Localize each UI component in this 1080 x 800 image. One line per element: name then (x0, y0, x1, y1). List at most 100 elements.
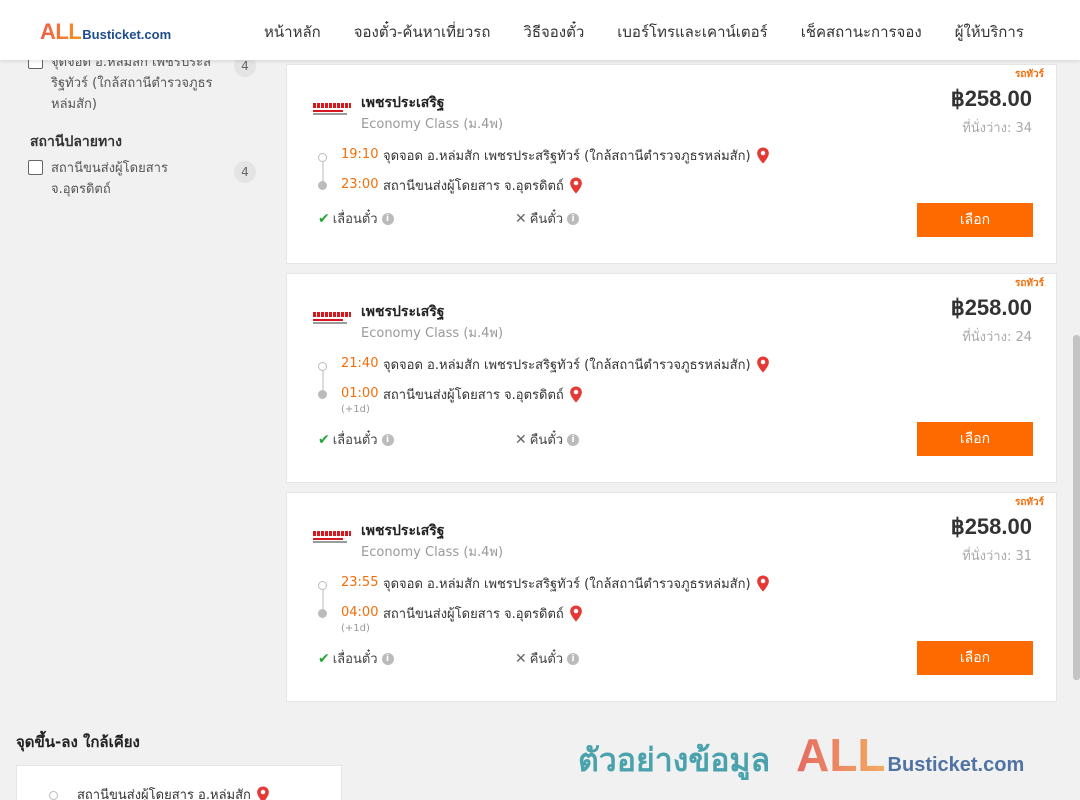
depart-place-label: จุดจอด อ.หล่มสัก เพชรประสริฐทัวร์ (ใกล้ส… (383, 358, 751, 373)
x-icon: ✕ (515, 431, 527, 448)
check-icon: ✔ (318, 650, 330, 667)
depart-place: จุดจอด อ.หล่มสัก เพชรประสริฐทัวร์ (ใกล้ส… (383, 354, 770, 375)
depart-place: จุดจอด อ.หล่มสัก เพชรประสริฐทัวร์ (ใกล้ส… (383, 145, 770, 166)
logo-all: ALL (40, 19, 82, 44)
arrive-dot (318, 181, 327, 190)
select-trip-button[interactable]: เลือก (917, 203, 1033, 237)
info-icon[interactable]: i (381, 652, 394, 665)
nav-phone-counter[interactable]: เบอร์โทรและเคาน์เตอร์ (617, 20, 767, 44)
change-ticket-label: เลื่อนตั๋ว (332, 433, 378, 448)
refund-ticket-feature: ✕ คืนตั๋ว i (515, 208, 580, 229)
logo-domain: Busticket.com (82, 27, 172, 42)
nav-home[interactable]: หน้าหลัก (264, 20, 321, 44)
info-icon[interactable]: i (567, 652, 580, 665)
operator-logo (313, 312, 351, 326)
arrive-place: สถานีขนส่งผู้โดยสาร จ.อุตรดิตถ์ (383, 384, 583, 405)
site-logo[interactable]: ALL Busticket.com (40, 19, 172, 44)
map-pin-icon[interactable] (756, 147, 770, 164)
info-icon[interactable]: i (381, 433, 394, 446)
nearby-stop-item[interactable]: สถานีขนส่งผู้โดยสาร อ.หล่มสัก (77, 784, 270, 800)
watermark-logo-domain: Busticket.com (887, 754, 1025, 776)
seats-available: ที่นั่งว่าง: 31 (962, 549, 1032, 564)
nav-booking-status[interactable]: เช็คสถานะการจอง (801, 20, 922, 44)
origin-filter-item[interactable]: จุดจอด อ.หล่มสัก เพชรประสริฐทัวร์ (ใกล้ส… (28, 52, 256, 115)
select-trip-button[interactable]: เลือก (917, 641, 1033, 675)
depart-dot (318, 362, 327, 371)
arrive-dot (318, 390, 327, 399)
depart-place: จุดจอด อ.หล่มสัก เพชรประสริฐทัวร์ (ใกล้ส… (383, 573, 770, 594)
destination-filter-label: สถานีขนส่งผู้โดยสาร จ.อุตรดิตถ์ (51, 161, 168, 197)
operator-name: เพชรประเสริฐ (361, 523, 445, 539)
depart-dot (318, 581, 327, 590)
operator-name: เพชรประเสริฐ (361, 304, 445, 320)
bus-type-badge: รถทัวร์ (1014, 497, 1044, 508)
arrive-place-label: สถานีขนส่งผู้โดยสาร จ.อุตรดิตถ์ (383, 607, 564, 622)
main-nav: หน้าหลัก จองตั๋ว-ค้นหาเที่ยวรถ วิธีจองตั… (264, 20, 1024, 44)
page-scrollbar[interactable] (1073, 335, 1080, 680)
arrive-place-label: สถานีขนส่งผู้โดยสาร จ.อุตรดิตถ์ (383, 388, 564, 403)
next-day-indicator: (+1d) (341, 404, 370, 415)
refund-ticket-feature: ✕ คืนตั๋ว i (515, 648, 580, 669)
x-icon: ✕ (515, 210, 527, 227)
select-trip-button[interactable]: เลือก (917, 422, 1033, 456)
map-pin-icon[interactable] (756, 575, 770, 592)
check-icon: ✔ (318, 431, 330, 448)
next-day-indicator: (+1d) (341, 623, 370, 634)
arrive-time: 04:00 (341, 605, 379, 620)
arrive-dot (318, 609, 327, 618)
nav-operators[interactable]: ผู้ให้บริการ (955, 20, 1024, 44)
change-ticket-label: เลื่อนตั๋ว (332, 212, 378, 227)
change-ticket-feature: ✔ เลื่อนตั๋ว i (318, 648, 394, 669)
map-pin-icon[interactable] (569, 386, 583, 403)
operator-logo (313, 103, 351, 117)
arrive-place-label: สถานีขนส่งผู้โดยสาร จ.อุตรดิตถ์ (383, 179, 564, 194)
seats-available: ที่นั่งว่าง: 24 (962, 330, 1032, 345)
arrive-place: สถานีขนส่งผู้โดยสาร จ.อุตรดิตถ์ (383, 175, 583, 196)
bus-class: Economy Class (ม.4พ) (361, 545, 504, 560)
depart-place-label: จุดจอด อ.หล่มสัก เพชรประสริฐทัวร์ (ใกล้ส… (383, 577, 751, 592)
map-pin-icon[interactable] (256, 786, 270, 800)
map-pin-icon[interactable] (756, 356, 770, 373)
nearby-stops-title: จุดขึ้น-ลง ใกล้เคียง (16, 733, 140, 751)
arrive-time: 23:00 (341, 177, 379, 192)
seats-available: ที่นั่งว่าง: 34 (962, 121, 1032, 136)
nav-book-search[interactable]: จองตั๋ว-ค้นหาเที่ยวรถ (354, 20, 491, 44)
trip-card: รถทัวร์ เพชรประเสริฐ Economy Class (ม.4พ… (286, 492, 1057, 702)
change-ticket-feature: ✔ เลื่อนตั๋ว i (318, 208, 394, 229)
destination-filter-count: 4 (234, 161, 256, 183)
map-pin-icon[interactable] (569, 605, 583, 622)
info-icon[interactable]: i (567, 212, 580, 225)
info-icon[interactable]: i (567, 433, 580, 446)
depart-time: 19:10 (341, 147, 379, 162)
info-icon[interactable]: i (381, 212, 394, 225)
arrive-place: สถานีขนส่งผู้โดยสาร จ.อุตรดิตถ์ (383, 603, 583, 624)
check-icon: ✔ (318, 210, 330, 227)
bus-type-badge: รถทัวร์ (1014, 278, 1044, 289)
depart-place-label: จุดจอด อ.หล่มสัก เพชรประสริฐทัวร์ (ใกล้ส… (383, 149, 751, 164)
nearby-stops-list: สถานีขนส่งผู้โดยสาร อ.หล่มสัก (16, 765, 342, 800)
trip-card: รถทัวร์ เพชรประเสริฐ Economy Class (ม.4พ… (286, 273, 1057, 483)
depart-time: 21:40 (341, 356, 379, 371)
watermark-text: ตัวอย่างข้อมูล (578, 741, 771, 779)
x-icon: ✕ (515, 650, 527, 667)
operator-logo (313, 531, 351, 545)
nav-how-to-book[interactable]: วิธีจองตั๋ว (523, 20, 584, 44)
depart-dot (318, 153, 327, 162)
ticket-price: ฿258.00 (950, 295, 1032, 320)
refund-ticket-label: คืนตั๋ว (529, 433, 564, 448)
destination-filter-item[interactable]: สถานีขนส่งผู้โดยสาร จ.อุตรดิตถ์ 4 (28, 158, 256, 200)
change-ticket-label: เลื่อนตั๋ว (332, 652, 378, 667)
bus-class: Economy Class (ม.4พ) (361, 117, 504, 132)
bus-type-badge: รถทัวร์ (1014, 69, 1044, 80)
origin-filter-label: จุดจอด อ.หล่มสัก เพชรประสริฐทัวร์ (ใกล้ส… (51, 55, 213, 112)
destination-filter-checkbox[interactable] (28, 160, 43, 175)
map-pin-icon[interactable] (569, 177, 583, 194)
refund-ticket-label: คืนตั๋ว (529, 212, 564, 227)
refund-ticket-label: คืนตั๋ว (529, 652, 564, 667)
depart-time: 23:55 (341, 575, 379, 590)
destination-section-title: สถานีปลายทาง (30, 134, 122, 150)
arrive-time: 01:00 (341, 386, 379, 401)
bus-class: Economy Class (ม.4พ) (361, 326, 504, 341)
change-ticket-feature: ✔ เลื่อนตั๋ว i (318, 429, 394, 450)
stop-dot (49, 791, 58, 800)
